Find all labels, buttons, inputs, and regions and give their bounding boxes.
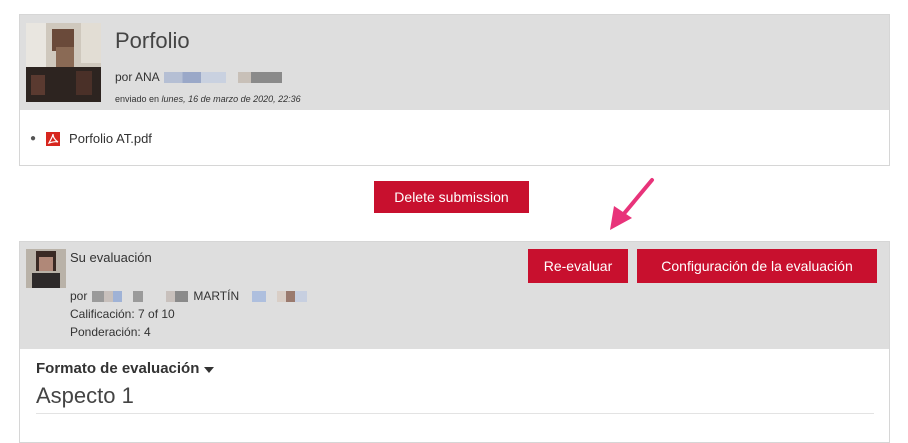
reevaluate-button[interactable]: Re-evaluar [528,249,628,283]
sent-label: enviado en [115,94,162,104]
pdf-icon [46,131,61,146]
author-label: por ANA [115,70,160,84]
submission-author: por ANA [115,70,282,84]
aspect-title: Aspecto 1 [36,383,134,408]
file-link[interactable]: Porfolio AT.pdf [69,131,152,146]
submission-title: Porfolio [115,28,190,53]
redacted-surname [237,71,282,83]
redacted-third [166,290,189,302]
redacted-fourth [252,290,267,302]
evaluator-avatar [26,249,66,288]
submission-header: Porfolio por ANA enviado en lunes, 16 de… [20,15,889,110]
redacted-fifth [277,290,308,302]
divider [36,413,874,414]
redacted-name [163,71,226,83]
submission-date: enviado en lunes, 16 de marzo de 2020, 2… [115,94,301,104]
evaluation-settings-button[interactable]: Configuración de la evaluación [637,249,877,283]
evaluator-by-label: por [70,289,88,303]
format-label[interactable]: Formato de evaluación [36,360,199,377]
evaluation-grade: Calificación: 7 of 10 [70,307,175,321]
evaluation-label: Su evaluación [70,250,152,265]
assessment-format-toggle[interactable]: Formato de evaluación [36,360,215,377]
evaluator-surname: MARTÍN [193,289,240,303]
annotation-arrow-icon [610,178,654,230]
bullet: ● [30,133,37,144]
evaluator-name: por MARTÍN [70,289,308,303]
avatar [26,23,101,102]
file-item[interactable]: ● Porfolio AT.pdf [30,131,152,146]
delete-submission-button[interactable]: Delete submission [374,181,529,213]
redacted-second [133,290,144,302]
submission-files: ● Porfolio AT.pdf [20,110,889,165]
sent-date: lunes, 16 de marzo de 2020, 22:36 [161,94,301,104]
evaluation-weight: Ponderación: 4 [70,325,151,339]
redacted-first [92,290,123,302]
submission-card: Porfolio por ANA enviado en lunes, 16 de… [19,14,890,166]
caret-down-icon[interactable] [204,367,215,373]
